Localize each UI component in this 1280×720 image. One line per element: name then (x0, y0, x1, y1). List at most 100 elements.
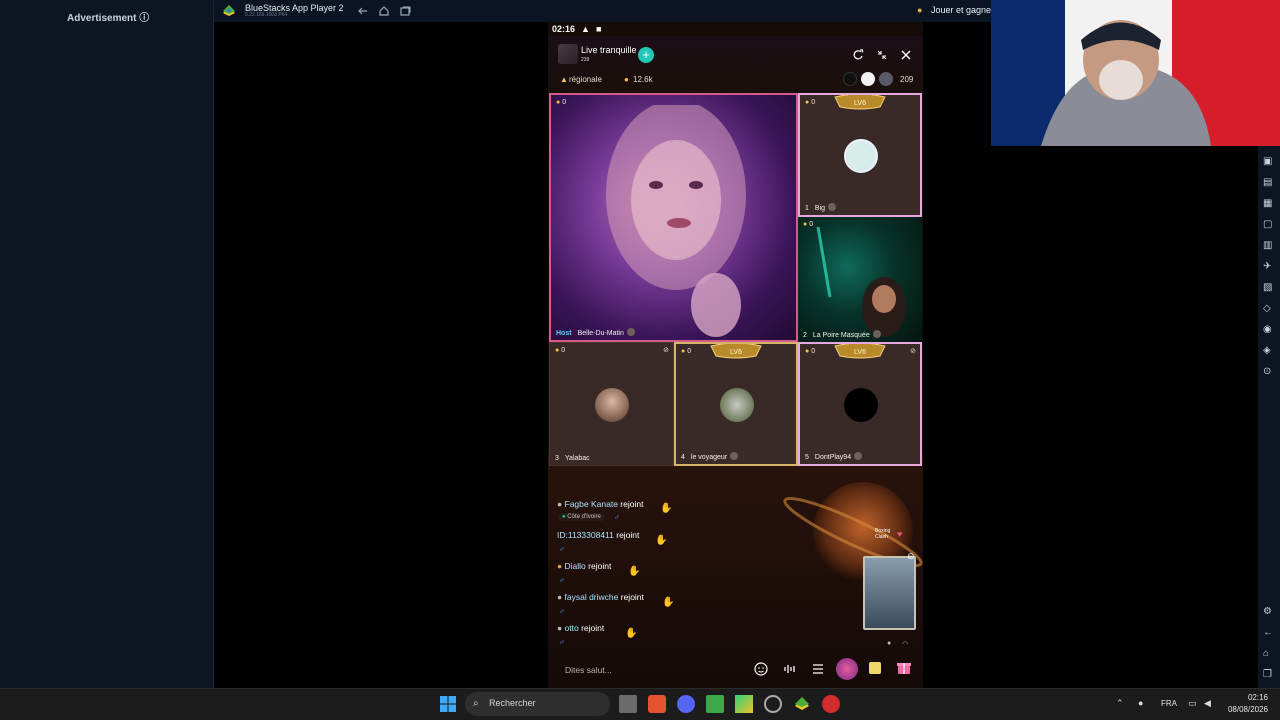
discord-icon[interactable] (677, 695, 695, 713)
obs-icon[interactable] (764, 695, 782, 713)
wave-icon[interactable]: ✋ (660, 503, 672, 514)
bluestacks-logo-icon (223, 5, 235, 16)
network-icon[interactable]: ▭ (1188, 698, 1197, 709)
host-seat[interactable]: 0 Host Belle-Du-Matin (549, 93, 798, 342)
user-avatar[interactable] (844, 388, 878, 422)
home-icon[interactable]: ⌂ (1263, 648, 1275, 660)
clock-time[interactable]: 02:16 (1238, 693, 1268, 702)
boxing-event-icon[interactable] (836, 658, 858, 680)
seat-name: Big (814, 205, 826, 212)
toolbar-icon[interactable]: ◈ (1263, 345, 1275, 357)
svg-text:LV6: LV6 (854, 349, 866, 356)
toolbar-icon[interactable]: ⊙ (1263, 366, 1275, 378)
toolbar-icon[interactable]: ◉ (1263, 324, 1275, 336)
minimize-icon[interactable] (875, 48, 889, 62)
toolbar-icon[interactable]: ◇ (1263, 303, 1275, 315)
emoji-icon[interactable] (753, 661, 769, 677)
room-coins[interactable]: 12.6k (633, 75, 653, 84)
share-icon[interactable] (851, 48, 865, 62)
language-indicator[interactable]: FRA (1161, 699, 1177, 708)
wave-icon[interactable]: ✋ (628, 566, 640, 577)
google-play-icon[interactable] (735, 695, 753, 713)
recent-apps-icon[interactable] (398, 4, 412, 18)
settings-gear-icon[interactable]: ⚙ (1263, 606, 1275, 618)
viewer-avatar[interactable] (879, 72, 893, 86)
user-avatar[interactable] (844, 139, 878, 173)
gift-icon[interactable] (896, 659, 912, 675)
windows-taskbar (0, 688, 1280, 720)
user-badge-icon: ● (557, 623, 563, 633)
taskbar-search[interactable] (465, 692, 610, 716)
wave-icon[interactable]: ✋ (655, 535, 667, 546)
guest-seat-4[interactable]: LV6 0 4le voyageur (674, 342, 798, 466)
guest-seat-2[interactable]: 0 2La Poire Masquée (798, 217, 922, 342)
chat-message[interactable]: ● faysal driwche rejoint (557, 592, 644, 602)
guest-video (816, 226, 906, 337)
chat-message[interactable]: ● Diallo rejoint (557, 561, 611, 571)
back-icon[interactable]: ← (1263, 627, 1275, 639)
wifi-icon: ◠ (902, 641, 909, 648)
play-and-win-link[interactable]: Jouer et gagner (931, 5, 994, 15)
male-icon: ♂ (559, 545, 565, 554)
tray-chevron-icon[interactable]: ⌃ (1116, 698, 1124, 709)
toolbar-icon[interactable]: ▦ (1263, 198, 1275, 210)
user-avatar[interactable] (595, 388, 629, 422)
seat-name: La Poire Masquée (812, 332, 870, 339)
add-friend-icon[interactable] (730, 452, 739, 460)
wave-icon[interactable]: ✋ (625, 628, 637, 639)
guest-seat-5[interactable]: LV6 0 ⊘ 5DontPlay94 (798, 342, 922, 466)
guest-seat-3[interactable]: 0 ⊘ 3Yalabac (549, 342, 674, 466)
toolbar-icon[interactable]: ▤ (1263, 177, 1275, 189)
seat-coins: 0 (556, 99, 566, 106)
boxing-clash-label[interactable]: Boxing Clash (875, 528, 899, 540)
chat-message[interactable]: ID:1133308411 rejoint (557, 530, 639, 540)
brave-browser-icon[interactable] (648, 695, 666, 713)
gift-box-icon[interactable] (869, 662, 881, 674)
back-arrow-icon[interactable] (356, 4, 370, 18)
chat-message[interactable]: ● Fagbe Kanate rejoint (557, 499, 643, 509)
microphone-icon[interactable]: ● (1138, 698, 1143, 708)
voice-wave-icon[interactable] (782, 661, 798, 677)
toolbar-icon[interactable]: ▥ (1263, 240, 1275, 252)
recent-icon[interactable]: ❐ (1263, 669, 1275, 681)
room-avatar[interactable] (558, 44, 578, 64)
toolbar-icon[interactable]: ▢ (1263, 219, 1275, 231)
media-player-icon[interactable] (822, 695, 840, 713)
bluestacks-taskbar-icon[interactable] (793, 695, 811, 713)
mic-off-icon: ⊘ (663, 347, 669, 354)
home-icon[interactable] (377, 4, 391, 18)
guest-seat-1[interactable]: LV6 0 1Big (798, 93, 922, 217)
spreadsheet-icon[interactable] (706, 695, 724, 713)
chat-message[interactable]: ● otto rejoint (557, 623, 604, 633)
wave-icon[interactable]: ✋ (662, 597, 674, 608)
task-view-icon[interactable] (619, 695, 637, 713)
user-avatar[interactable] (720, 388, 754, 422)
follow-button[interactable]: + (638, 47, 654, 63)
region-rank[interactable]: régionale (569, 75, 602, 84)
viewer-count[interactable]: 209 (900, 75, 913, 84)
collapse-icon[interactable]: ⊖ (907, 551, 915, 562)
windows-start-icon[interactable] (439, 695, 457, 713)
status-bar-time: 02:16 (552, 24, 576, 34)
toolbar-icon[interactable]: ✈ (1263, 261, 1275, 273)
menu-icon[interactable] (810, 661, 826, 677)
event-card[interactable] (863, 556, 916, 630)
viewer-avatar[interactable] (843, 72, 857, 86)
add-friend-icon[interactable] (872, 330, 881, 338)
seat-name: le voyageur (690, 454, 728, 461)
add-friend-icon[interactable] (828, 203, 837, 211)
add-friend-icon[interactable] (854, 452, 863, 460)
room-fans-count: 239 (581, 57, 590, 63)
room-name: Live tranquille (581, 45, 637, 55)
notification-icon: ■ (596, 24, 602, 34)
viewer-avatar[interactable] (861, 72, 875, 86)
close-icon[interactable] (899, 48, 913, 62)
seat-coins: 0 (803, 221, 813, 228)
clock-date[interactable]: 08/08/2026 (1224, 705, 1268, 714)
add-friend-icon[interactable] (626, 328, 635, 336)
chat-input[interactable]: Dites salut... (565, 665, 612, 675)
seat-label: 5 DontPlay94 (805, 452, 863, 461)
toolbar-icon[interactable]: ▧ (1263, 282, 1275, 294)
volume-icon[interactable]: ◀ (1204, 698, 1211, 709)
toolbar-icon[interactable]: ▣ (1263, 156, 1275, 168)
